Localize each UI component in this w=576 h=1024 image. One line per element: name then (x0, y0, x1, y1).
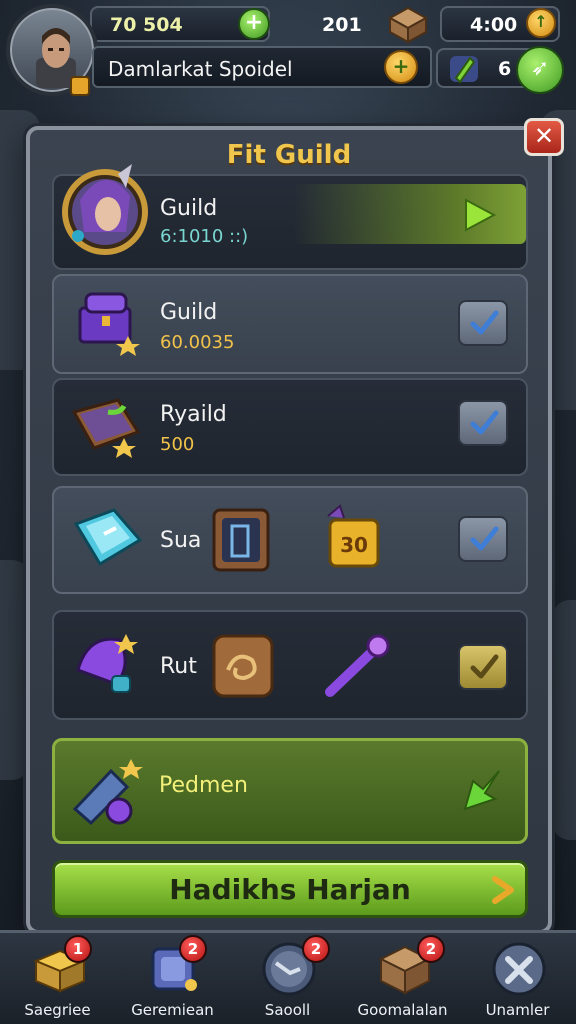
nav-item-unamler[interactable]: Unamler (460, 933, 575, 1024)
nav-item-saegriee[interactable]: 1 Saegriee (0, 933, 115, 1024)
nav-label-unamler: Unamler (485, 1001, 550, 1019)
check-icon (470, 310, 499, 335)
sua-checkbox[interactable] (458, 516, 508, 562)
confirm-button[interactable]: Hadikhs Harjan (52, 860, 528, 918)
play-arrow-icon (465, 198, 497, 232)
chevron-right-icon (492, 876, 514, 904)
nav-badge-goomalalan: 2 (417, 935, 445, 963)
nav-item-saooll[interactable]: 2 Saooll (230, 933, 345, 1024)
pedmen-row[interactable]: Pedmen (52, 738, 528, 844)
gems-count: 201 (322, 14, 362, 36)
gold-amount: 70 504 (110, 14, 183, 36)
rut-title: Rut (160, 654, 197, 679)
crystal-shard-icon (73, 508, 143, 567)
nav-badge-saegriee: 1 (64, 935, 92, 963)
green-arrow-icon (463, 770, 500, 811)
purple-helmet-icon (76, 634, 138, 693)
spellbook-icon (71, 398, 141, 458)
confirm-button-label: Hadikhs Harjan (169, 873, 411, 906)
pedmen-title: Pedmen (159, 773, 248, 798)
ryaild-checkbox[interactable] (458, 400, 508, 446)
guild-reward-row[interactable]: Guild 60.0035 (52, 274, 528, 374)
nav-label-goomalalan: Goomalalan (357, 1001, 448, 1019)
player-name: Damlarkat Spoidel (108, 57, 293, 81)
player-name-bar[interactable]: Damlarkat Spoidel + (92, 46, 432, 88)
ryaild-title: Ryaild (160, 402, 227, 427)
magic-sword-icon (72, 759, 143, 826)
sua-title: Sua (160, 528, 202, 553)
gold-cube-value: 30 (340, 533, 368, 557)
check-icon (470, 410, 499, 435)
sua-row[interactable]: Sua 30 (52, 486, 528, 594)
nav-label-geremiean: Geremiean (131, 1001, 214, 1019)
top-bar: 70 504 + 201 4:00 ↑ Damlarkat Spoidel + … (0, 0, 576, 100)
energy-count: 6 (498, 58, 512, 80)
timer-text: 4:00 (470, 14, 518, 36)
nav-item-goomalalan[interactable]: 2 Goomalalan (345, 933, 460, 1024)
avatar-level-badge (70, 76, 90, 96)
play-button-bar[interactable] (294, 184, 526, 244)
bronze-emblem-icon (212, 634, 274, 698)
nav-badge-saooll: 2 (302, 935, 330, 963)
crate-icon (387, 6, 429, 44)
guild-row-featured-title: Guild (160, 196, 218, 221)
add-gold-button[interactable]: + (238, 8, 270, 40)
nav-label-saooll: Saooll (264, 1001, 311, 1019)
purple-wand-icon (325, 634, 390, 697)
background-rock-lower-right (552, 600, 576, 840)
guild-reward-subtitle: 60.0035 (160, 332, 235, 353)
map-button[interactable]: ➶ (516, 46, 564, 94)
close-circle-icon (492, 942, 546, 996)
nav-badge-geremiean: 2 (179, 935, 207, 963)
bottom-navigation: 1 Saegriee 2 Geremiean 2 Saooll 2 Goomal… (0, 930, 576, 1024)
close-button[interactable]: ✕ (524, 118, 564, 156)
nav-item-geremiean[interactable]: 2 Geremiean (115, 933, 230, 1024)
guild-row-featured-subtitle: 6:1010 ::) (160, 226, 249, 247)
ryaild-row[interactable]: Ryaild 500 (52, 378, 528, 476)
rut-checkbox[interactable] (458, 644, 508, 690)
purple-chest-icon (78, 292, 140, 356)
name-plus-button[interactable]: + (384, 50, 418, 84)
check-icon (470, 526, 499, 551)
nav-label-saegriee: Saegriee (24, 1001, 91, 1019)
ryaild-subtitle: 500 (160, 434, 195, 455)
guild-reward-checkbox[interactable] (458, 300, 508, 346)
guild-row-featured[interactable]: Guild 6:1010 ::) (52, 164, 528, 270)
rune-tablet-icon (212, 508, 270, 572)
guild-leader-portrait-icon (62, 164, 148, 255)
energy-crystal-icon (450, 56, 478, 84)
check-icon (470, 654, 499, 679)
guild-reward-title: Guild (160, 300, 218, 325)
timer-plus-button[interactable]: ↑ (526, 8, 556, 38)
rut-row[interactable]: Rut (52, 610, 528, 720)
gold-cube-icon: 30 (327, 504, 380, 568)
